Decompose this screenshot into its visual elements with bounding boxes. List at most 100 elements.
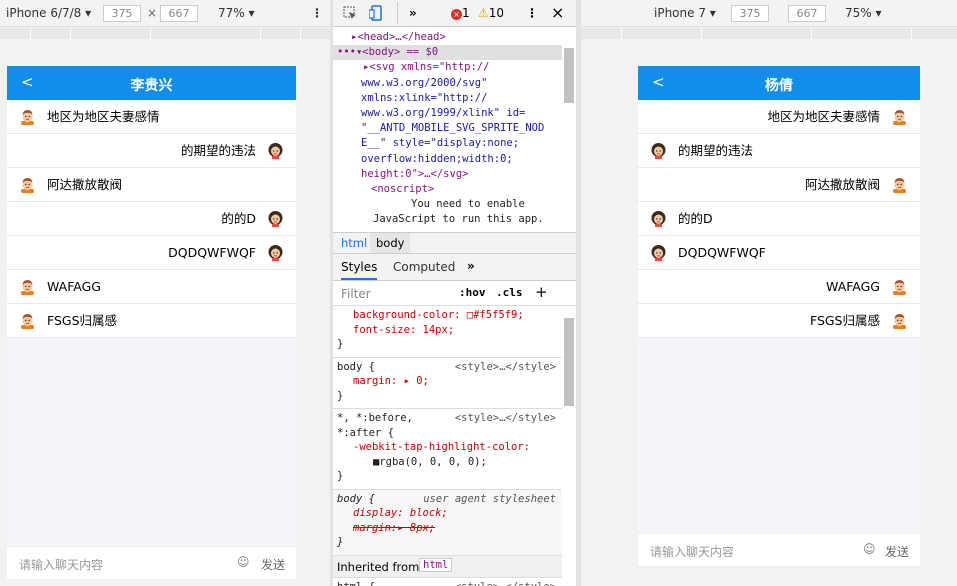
close-icon[interactable]: × <box>551 3 564 22</box>
dom-node-text[interactable]: xmlns:xlink="http:// <box>361 91 562 106</box>
chat-input-placeholder[interactable]: 请输入聊天内容 <box>650 543 734 560</box>
width-input-right[interactable]: 375 <box>731 5 769 22</box>
rule-close-brace: } <box>337 536 344 548</box>
message-row-left: 地区为地区夫妻感情 <box>7 100 296 134</box>
rule-source-link[interactable]: <style>…</style> <box>455 580 556 586</box>
breadcrumb: html body <box>333 232 576 254</box>
styles-scrollbar[interactable] <box>564 318 574 406</box>
dom-node-text[interactable]: "__ANTD_MOBILE_SVG_SPRITE_NOD <box>361 121 562 136</box>
css-rule[interactable]: html { <style>…</style> <box>333 578 562 586</box>
styles-tabs: Styles Computed » <box>333 254 576 281</box>
new-rule-icon[interactable]: + <box>535 283 548 301</box>
message-row-left: 的的D <box>638 202 920 236</box>
tab-computed[interactable]: Computed <box>393 260 455 274</box>
breadcrumb-body[interactable]: body <box>370 233 411 253</box>
hov-toggle[interactable]: :hov <box>459 286 486 299</box>
more-tabs-icon[interactable]: » <box>409 6 417 20</box>
breadcrumb-html[interactable]: html <box>341 236 367 250</box>
zoom-select-right[interactable]: 75% ▾ <box>845 6 882 20</box>
times-sign: × <box>147 6 158 20</box>
device-select-left[interactable]: iPhone 6/7/8 ▾ <box>6 6 91 20</box>
nav-bar: < 李贵兴 <box>7 66 296 100</box>
filter-input[interactable]: Filter <box>341 287 371 301</box>
male-avatar-icon <box>891 176 908 193</box>
css-property[interactable]: margin: ▸ 0; <box>353 374 429 389</box>
message-list: 地区为地区夫妻感情 的期望的违法 阿达撒放散阀 的的D DQDQWFWQF WAFAGG F… <box>638 100 920 338</box>
dom-node-text[interactable]: ▸<svg xmlns="http:// <box>363 60 562 75</box>
message-text: DQDQWFWQF <box>678 245 766 260</box>
male-avatar-icon <box>891 108 908 125</box>
rule-source-link[interactable]: <style>…</style> <box>455 411 556 426</box>
rule-close-brace: } <box>337 470 344 482</box>
rule-close-brace: } <box>337 389 344 402</box>
warning-count[interactable]: ⚠10 <box>478 6 504 20</box>
height-input-left[interactable]: 667 <box>160 5 198 22</box>
dom-node[interactable]: ▸<head>…</head> <box>351 30 562 45</box>
css-rule[interactable]: body { <style>…</style> margin: ▸ 0;} <box>333 358 562 409</box>
dom-node-text[interactable]: www.w3.org/1999/xlink" id= <box>361 106 562 121</box>
error-icon: × <box>451 9 462 20</box>
emoji-icon[interactable]: ☺ <box>237 555 250 569</box>
css-rule[interactable]: *, *:before, <style>…</style> *:after {-we… <box>333 409 562 490</box>
rule-source-link[interactable]: user agent stylesheet <box>423 492 556 507</box>
cls-toggle[interactable]: .cls <box>496 286 523 299</box>
width-input-left[interactable]: 375 <box>103 5 141 22</box>
height-input-right[interactable]: 667 <box>788 5 826 22</box>
send-button[interactable]: 发送 <box>885 543 909 560</box>
dom-node-text[interactable]: height:0">…</svg> <box>361 167 562 182</box>
css-property[interactable]: -webkit-tap-highlight-color: <box>353 440 530 455</box>
message-text: 地区为地区夫妻感情 <box>767 109 880 124</box>
message-text: 阿达撒放散阀 <box>47 177 123 192</box>
left-device-pane: iPhone 6/7/8 ▾ 375 × 667 77% ▾ ⋮ < 李贵兴 地… <box>0 0 330 586</box>
dom-node[interactable]: •••▾<body> == $0 <box>333 45 562 61</box>
dom-node-text[interactable]: You need to enable <box>411 197 562 212</box>
dom-node-text[interactable]: E__" style="display:none; <box>361 136 562 151</box>
dom-node-text[interactable]: overflow:hidden;width:0; <box>361 152 562 167</box>
inspect-element-icon[interactable] <box>343 6 357 20</box>
elements-tree[interactable]: ▸<head>…</head> •••▾<body> == $0 ▸<svg xml… <box>333 30 576 230</box>
css-selector: *, *:before, <box>337 412 413 424</box>
css-property[interactable]: *:after { <box>337 426 394 441</box>
message-text: 的的D <box>678 211 713 226</box>
zoom-select-left[interactable]: 77% ▾ <box>218 6 255 20</box>
device-toggle-icon[interactable] <box>369 5 383 21</box>
chat-title: 杨倩 <box>765 78 793 94</box>
dom-node-text[interactable]: <noscript> <box>371 182 562 197</box>
css-property[interactable]: display: block; <box>353 506 448 521</box>
elements-scrollbar[interactable] <box>564 48 574 103</box>
error-count[interactable]: × 1 <box>451 6 470 20</box>
device-toolbar-left: iPhone 6/7/8 ▾ 375 × 667 77% ▾ ⋮ <box>0 0 330 27</box>
dom-node-text[interactable]: JavaScript to run this app. <box>373 212 562 227</box>
warning-icon: ⚠ <box>478 6 489 20</box>
css-property[interactable]: font-size: 14px; <box>353 323 454 338</box>
message-list: 地区为地区夫妻感情 的期望的违法 阿达撒放散阀 的的D DQDQWFWQF WAFAGG F… <box>7 100 296 338</box>
male-avatar-icon <box>891 278 908 295</box>
rule-source-link[interactable]: <style>…</style> <box>455 360 556 375</box>
message-row-right: FSGS归属感 <box>638 304 920 338</box>
message-text: 的期望的违法 <box>678 143 754 158</box>
css-selector: html { <box>337 580 375 586</box>
chat-input-bar[interactable]: 请输入聊天内容 ☺ 发送 <box>7 546 296 579</box>
css-selector: body { <box>337 492 375 505</box>
device-select-right[interactable]: iPhone 7 ▾ <box>654 6 716 20</box>
message-row-left: WAFAGG <box>7 270 296 304</box>
more-menu-icon[interactable]: ⋮ <box>311 6 323 20</box>
css-rule[interactable]: body { user agent stylesheet display: bloc… <box>333 489 562 556</box>
chat-input-placeholder[interactable]: 请输入聊天内容 <box>19 556 103 573</box>
tab-styles[interactable]: Styles <box>341 260 378 280</box>
css-rule[interactable]: background-color: □#f5f5f9; font-size: 14… <box>333 306 562 358</box>
chat-input-bar[interactable]: 请输入聊天内容 ☺ 发送 <box>638 533 920 566</box>
phone-screen-left: < 李贵兴 地区为地区夫妻感情 的期望的违法 阿达撒放散阀 的的D DQDQWFWQF W… <box>7 66 296 579</box>
css-property[interactable]: margin:▸ 8px; <box>353 521 435 536</box>
message-text: 的的D <box>221 211 256 226</box>
send-button[interactable]: 发送 <box>261 556 285 573</box>
tab-more[interactable]: » <box>467 259 475 273</box>
css-property[interactable]: background-color: □#f5f5f9; <box>353 308 524 323</box>
media-ruler-right <box>581 28 957 39</box>
emoji-icon[interactable]: ☺ <box>863 542 876 556</box>
dom-node-text[interactable]: www.w3.org/2000/svg" <box>361 76 562 91</box>
css-property[interactable]: ■rgba(0, 0, 0, 0); <box>373 455 487 470</box>
inherited-tag[interactable]: html <box>419 557 453 572</box>
devtools-menu-icon[interactable]: ⋮ <box>526 6 538 20</box>
css-selector: body { <box>337 360 375 373</box>
